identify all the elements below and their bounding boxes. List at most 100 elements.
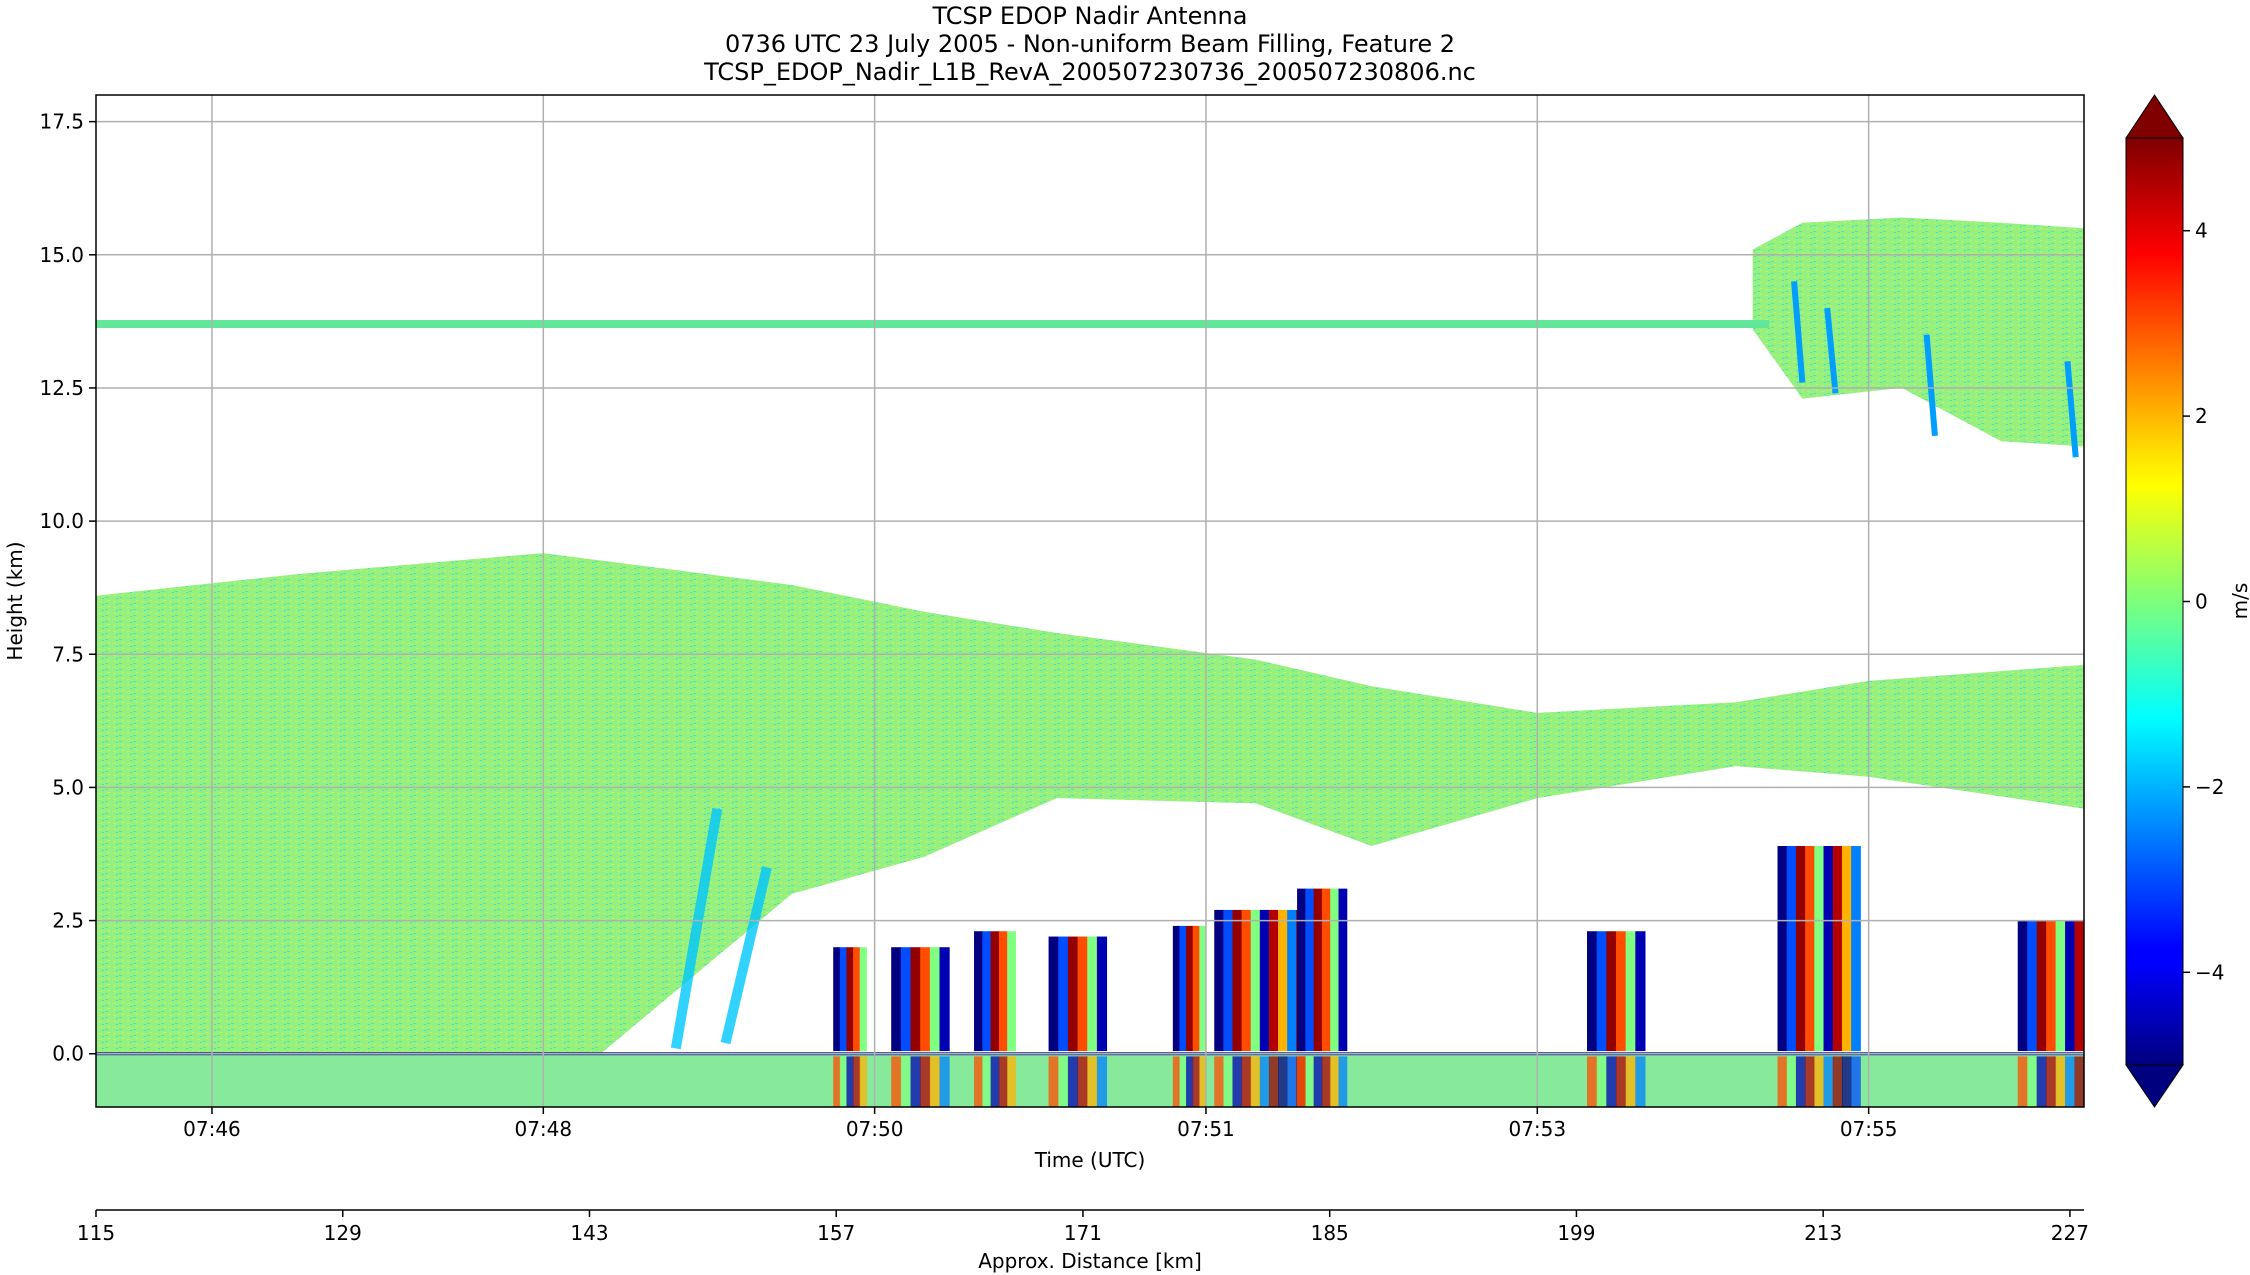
convective-cell-stripe: [2036, 920, 2047, 1052]
convective-cell-stripe: [1058, 936, 1069, 1052]
convective-cell-mirror-stripe: [1851, 1056, 1861, 1107]
convective-cell-stripe: [929, 947, 941, 1052]
figure: TCSP EDOP Nadir Antenna 0736 UTC 23 July…: [0, 0, 2250, 1275]
convective-cell-mirror-stripe: [990, 1056, 1000, 1107]
convective-cell-stripe: [910, 947, 921, 1052]
convective-cell-stripe: [1067, 936, 1079, 1052]
convective-cell-stripe: [1250, 909, 1261, 1052]
convective-cell-stripe: [1338, 888, 1348, 1052]
convective-cell-mirror-stripe: [1321, 1056, 1331, 1107]
convective-cell-mirror-stripe: [998, 1056, 1008, 1107]
colorbar-tick-label: 2: [2195, 404, 2208, 428]
convective-cell-mirror-stripe: [1777, 1056, 1788, 1107]
convective-cell-stripe: [1777, 846, 1788, 1052]
colorbar-tick-label: −4: [2195, 960, 2224, 984]
y-axis-label: Height (km): [3, 541, 27, 660]
convective-cell-stripe: [2074, 920, 2084, 1052]
convective-cell-mirror-stripe: [1786, 1056, 1797, 1107]
convective-cell-stripe: [1615, 931, 1627, 1052]
x-tick-label: 07:50: [846, 1117, 904, 1141]
convective-cell-mirror-stripe: [910, 1056, 921, 1107]
plot-area: [95, 94, 2085, 1108]
convective-cell-mirror-stripe: [1087, 1056, 1098, 1107]
distance-axis-label: Approx. Distance [km]: [978, 1249, 1202, 1273]
convective-cell-mirror-stripe: [1814, 1056, 1825, 1107]
convective-cell-stripe: [1297, 888, 1306, 1052]
x-tick-label: 07:48: [514, 1117, 572, 1141]
convective-cell-mirror-stripe: [839, 1056, 847, 1107]
convective-cell-mirror-stripe: [1795, 1056, 1806, 1107]
convective-cell-stripe: [1330, 888, 1339, 1052]
distance-tick-label: 171: [1064, 1221, 1102, 1245]
colorbar: −4 −2 0 2 4: [2125, 94, 2224, 1108]
y-tick-label: 0.0: [52, 1042, 84, 1066]
convective-cell-stripe: [1841, 846, 1852, 1052]
convective-cell-mirror-stripe: [2055, 1056, 2066, 1107]
colorbar-tick-label: −2: [2195, 775, 2224, 799]
convective-cell-stripe: [839, 947, 847, 1052]
convective-cell-mirror-stripe: [1268, 1056, 1279, 1107]
convective-cell-stripe: [1587, 931, 1598, 1052]
x-tick-label: 07:46: [183, 1117, 241, 1141]
convective-cell-stripe: [1214, 909, 1224, 1052]
distance-tick-label: 213: [1804, 1221, 1842, 1245]
chart-svg: 07:46 07:48 07:50 07:51 07:53 07:55 0.0 2.5 5.0…: [3, 94, 2250, 1273]
convective-cell-mirror-stripe: [891, 1056, 902, 1107]
x-axis-label: Time (UTC): [1034, 1148, 1146, 1172]
bright-band-line: [96, 320, 1770, 329]
convective-cell-mirror-stripe: [2036, 1056, 2047, 1107]
distance-tick-label: 143: [570, 1221, 608, 1245]
convective-cell-stripe: [1048, 936, 1059, 1052]
convective-cell-stripe: [2017, 920, 2028, 1052]
convective-cell-stripe: [1268, 909, 1279, 1052]
distance-tick-label: 157: [817, 1221, 855, 1245]
convective-cell-stripe: [853, 947, 861, 1052]
convective-cell-stripe: [1625, 931, 1636, 1052]
convective-cell-stripe: [974, 931, 983, 1052]
y-tick-label: 2.5: [52, 909, 84, 933]
convective-cell-mirror-stripe: [1192, 1056, 1200, 1107]
convective-cell-stripe: [1814, 846, 1825, 1052]
convective-cell-mirror-stripe: [1313, 1056, 1323, 1107]
convective-cell-stripe: [1305, 888, 1315, 1052]
y-tick-label: 15.0: [39, 243, 84, 267]
convective-cell-stripe: [1077, 936, 1088, 1052]
y-tick-label: 10.0: [39, 509, 84, 533]
convective-cell-stripe: [1087, 936, 1098, 1052]
convective-cell-mirror-stripe: [2046, 1056, 2057, 1107]
convective-cell-stripe: [1313, 888, 1323, 1052]
convective-cell-mirror-stripe: [1232, 1056, 1243, 1107]
convective-cell-stripe: [1596, 931, 1607, 1052]
x-axis-distance: 115 129 143 157 171 185 199 213 227: [77, 1209, 2089, 1245]
convective-cell-stripe: [998, 931, 1008, 1052]
convective-cell-stripe: [939, 947, 950, 1052]
convective-cell-stripe: [1007, 931, 1016, 1052]
colorbar-tick-label: 0: [2195, 590, 2208, 614]
convective-cell-mirror-stripe: [859, 1056, 867, 1107]
convective-cell-stripe: [1287, 909, 1297, 1052]
convective-cell-stripe: [833, 947, 841, 1052]
convective-cell-stripe: [1259, 909, 1270, 1052]
convective-cell-mirror-stripe: [1596, 1056, 1607, 1107]
convective-cell-mirror-stripe: [1077, 1056, 1088, 1107]
convective-cell-stripe: [2065, 920, 2076, 1052]
convective-cell-stripe: [920, 947, 931, 1052]
convective-cell-mirror-stripe: [1287, 1056, 1297, 1107]
convective-cell-stripe: [1223, 909, 1233, 1052]
convective-cell-mirror-stripe: [920, 1056, 931, 1107]
distance-tick-label: 185: [1311, 1221, 1349, 1245]
y-tick-label: 12.5: [39, 376, 84, 400]
y-tick-label: 5.0: [52, 775, 84, 799]
convective-cell-mirror-stripe: [2027, 1056, 2038, 1107]
x-tick-label: 07:51: [1177, 1117, 1235, 1141]
colorbar-label: m/s: [2228, 583, 2250, 620]
colorbar-min-extension: [2125, 1064, 2184, 1108]
distance-tick-label: 227: [2051, 1221, 2089, 1245]
convective-cell-mirror-stripe: [1096, 1056, 1108, 1107]
convective-cell-mirror-stripe: [1250, 1056, 1261, 1107]
convective-cell-mirror-stripe: [1635, 1056, 1646, 1107]
convective-cell-stripe: [1832, 846, 1843, 1052]
convective-cell-stripe: [1232, 909, 1243, 1052]
convective-cell-mirror-stripe: [1259, 1056, 1270, 1107]
colorbar-gradient: [2125, 137, 2184, 1066]
